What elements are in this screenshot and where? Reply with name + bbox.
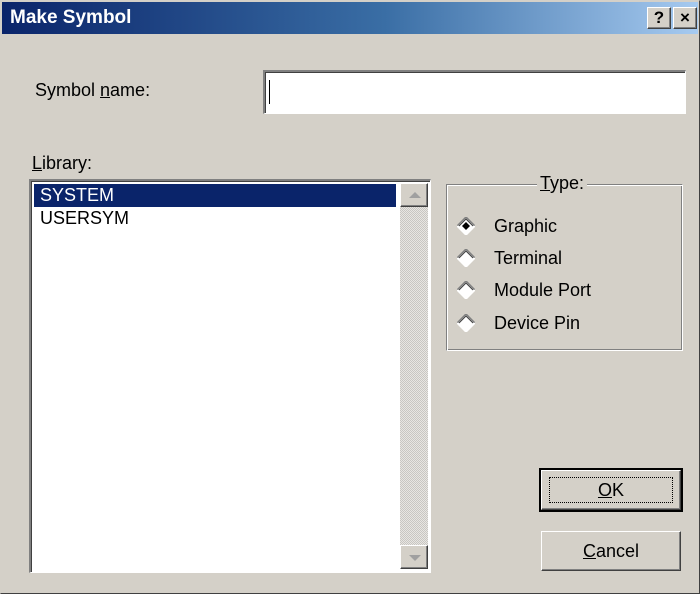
cancel-button[interactable]: Cancel (541, 531, 681, 571)
radio-diamond-icon (457, 281, 475, 299)
title-bar[interactable]: Make Symbol ? × (2, 2, 698, 34)
type-group-title: Type: (537, 172, 588, 194)
radio-label-module-port: Module Port (494, 280, 592, 300)
radio-diamond-icon (457, 249, 475, 267)
ok-button[interactable]: OK (539, 468, 683, 512)
radio-diamond-icon (457, 314, 475, 332)
library-label: Library: (32, 153, 93, 173)
library-scrollbar[interactable] (400, 183, 428, 569)
list-item-usersym[interactable]: USERSYM (34, 207, 396, 230)
make-symbol-dialog: Make Symbol ? × Symbol name: Library: SY… (0, 0, 700, 594)
radio-label-device-pin: Device Pin (494, 313, 581, 333)
arrow-up-icon (409, 192, 421, 198)
radio-label-terminal: Terminal (494, 248, 563, 268)
list-item-system[interactable]: SYSTEM (34, 184, 396, 207)
radio-diamond-icon (457, 217, 475, 235)
arrow-down-icon (409, 555, 421, 561)
symbol-name-input[interactable] (263, 70, 686, 114)
library-items: SYSTEM USERSYM (34, 184, 396, 230)
help-button[interactable]: ? (647, 7, 671, 29)
dialog-title: Make Symbol (10, 7, 132, 28)
close-button[interactable]: × (673, 7, 697, 29)
radio-label-graphic: Graphic (494, 216, 558, 236)
text-caret (269, 80, 270, 104)
scroll-down-button[interactable] (400, 545, 428, 569)
symbol-name-label: Symbol name: (35, 80, 151, 100)
library-listbox[interactable]: SYSTEM USERSYM (29, 179, 431, 573)
scroll-up-button[interactable] (400, 183, 428, 207)
